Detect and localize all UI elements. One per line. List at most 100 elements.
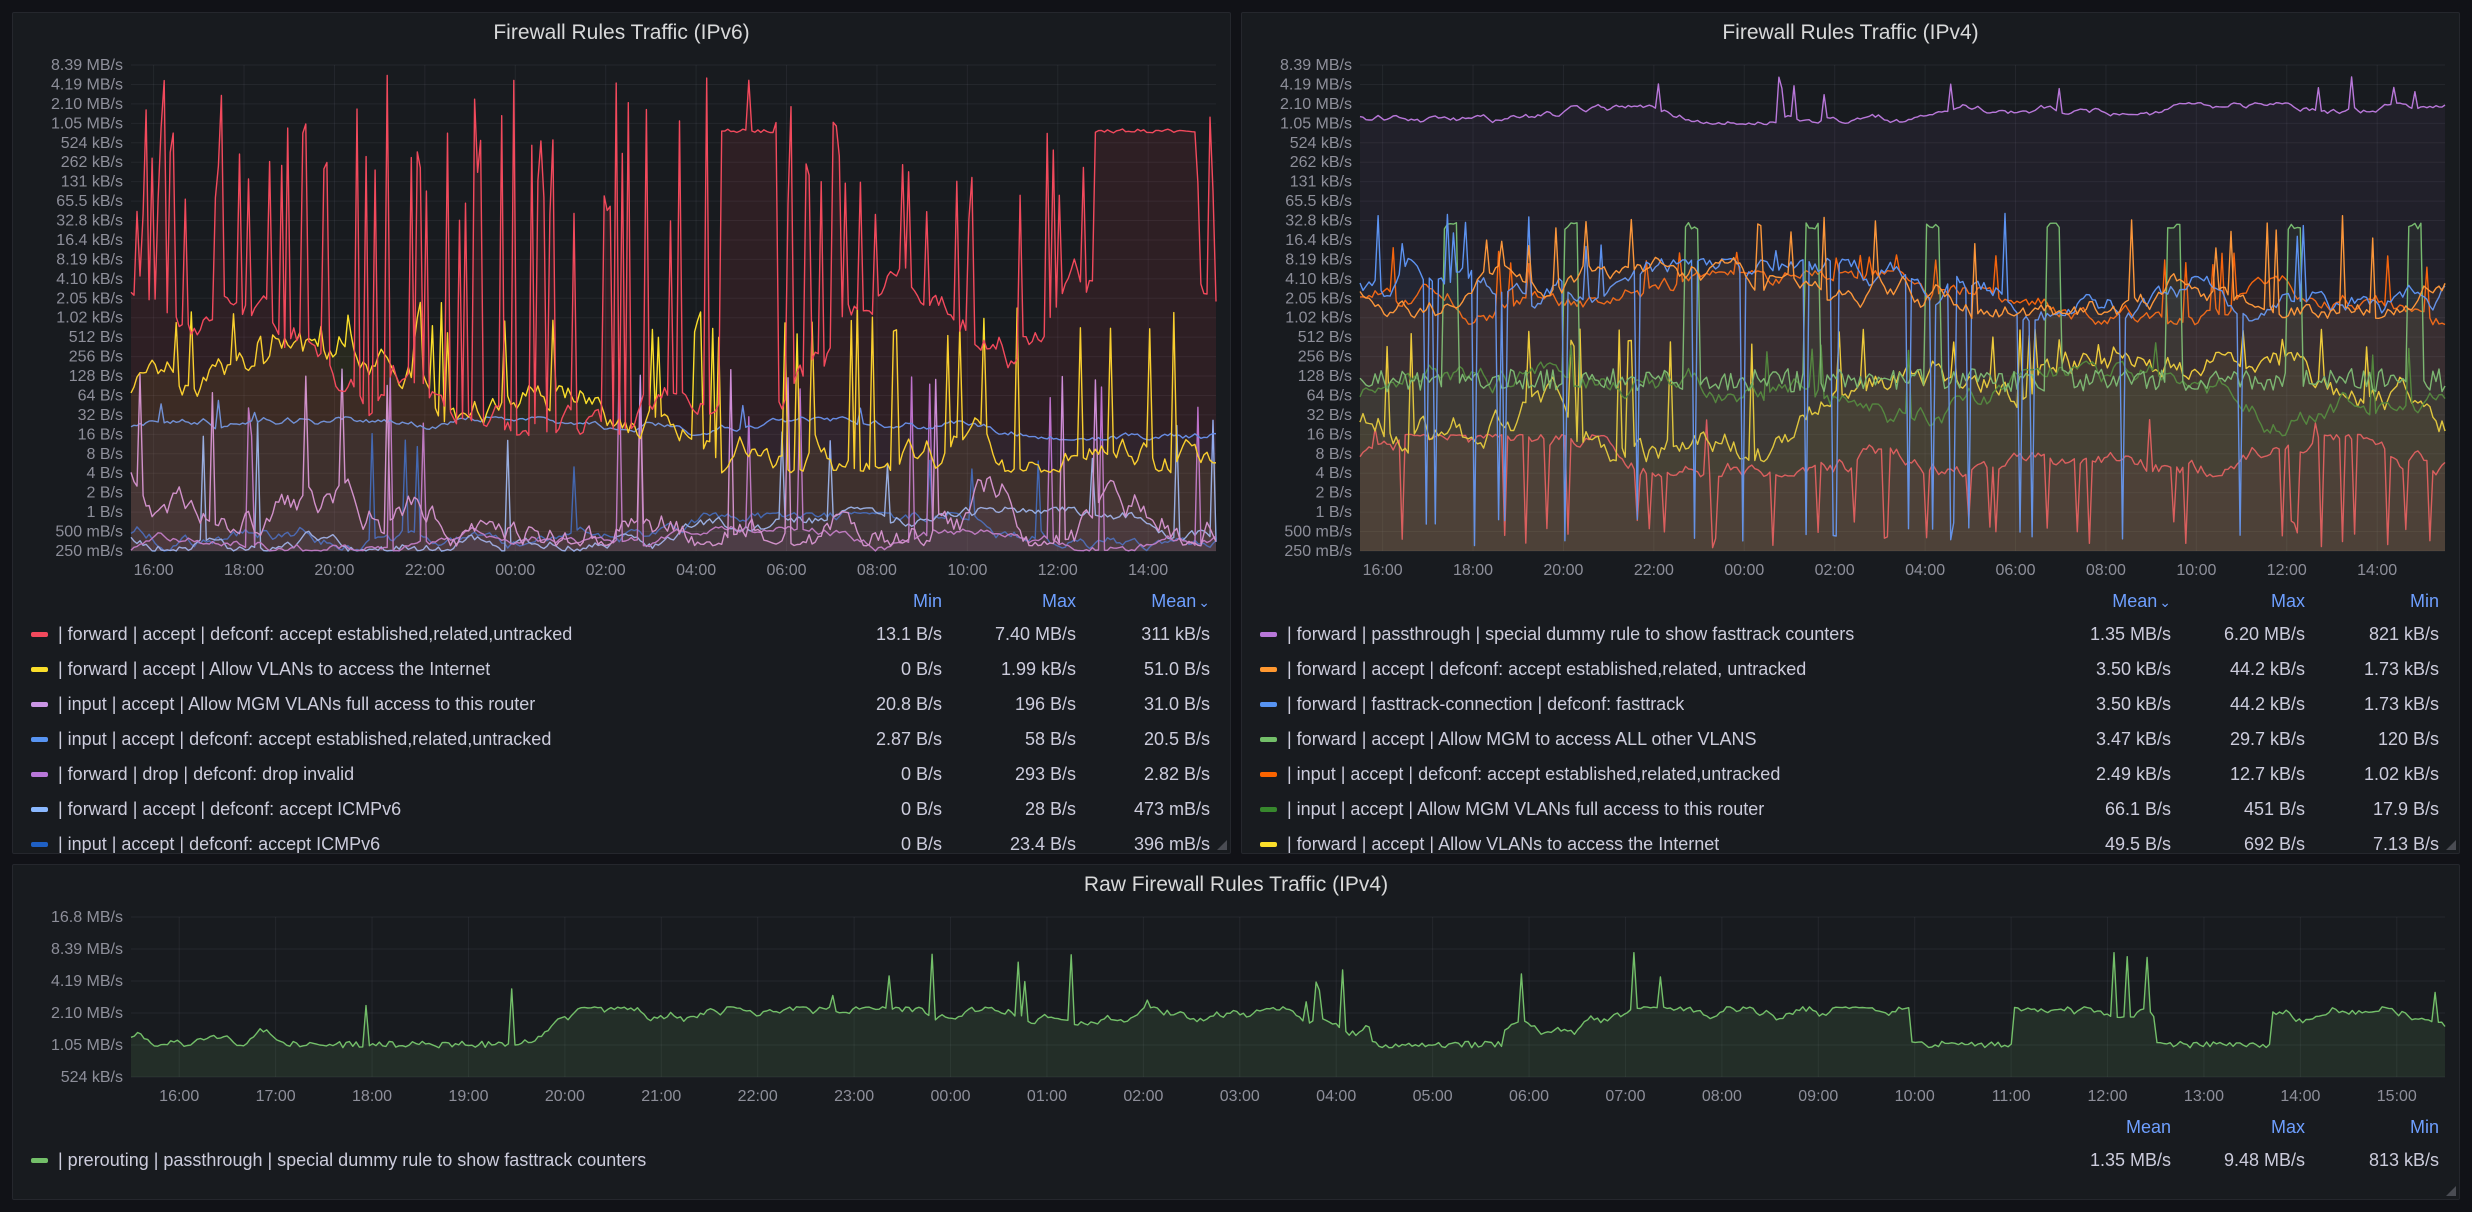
series-label[interactable]: | input | accept | defconf: accept estab… <box>58 729 551 750</box>
panel-resize-handle[interactable] <box>2446 840 2456 850</box>
series-label[interactable]: | prerouting | passthrough | special dum… <box>58 1150 646 1171</box>
chart-firewall-ipv6[interactable]: 8.39 MB/s4.19 MB/s2.10 MB/s1.05 MB/s524 … <box>13 53 1230 583</box>
series-stat-value: 2.49 kB/s <box>2037 764 2171 785</box>
panel-resize-handle[interactable] <box>2446 1186 2456 1196</box>
y-tick-label: 524 kB/s <box>61 1069 123 1086</box>
y-tick-label: 4.19 MB/s <box>51 973 123 990</box>
y-tick-label: 65.5 kB/s <box>1285 193 1352 210</box>
y-tick-label: 1 B/s <box>1316 504 1352 521</box>
y-tick-label: 16 B/s <box>78 426 123 443</box>
series-color-swatch[interactable] <box>31 632 48 637</box>
x-tick-label: 02:00 <box>586 562 626 579</box>
y-tick-label: 8.39 MB/s <box>1280 57 1352 74</box>
x-tick-label: 00:00 <box>495 562 535 579</box>
x-tick-label: 18:00 <box>224 562 264 579</box>
series-color-swatch[interactable] <box>1260 737 1277 742</box>
series-color-swatch[interactable] <box>31 807 48 812</box>
legend-column-min[interactable]: Min <box>2305 1117 2439 1138</box>
panel-title[interactable]: Firewall Rules Traffic (IPv4) <box>1722 21 1978 45</box>
x-tick-label: 08:00 <box>1702 1088 1742 1105</box>
series-color-swatch[interactable] <box>31 667 48 672</box>
y-tick-label: 1.02 kB/s <box>56 310 123 327</box>
legend-label-cell: | forward | fasttrack-connection | defco… <box>1260 694 2037 715</box>
series-stat-value: 1.35 MB/s <box>2037 1150 2171 1171</box>
series-label[interactable]: | input | accept | Allow MGM VLANs full … <box>1287 799 1764 820</box>
x-tick-label: 13:00 <box>2184 1088 2224 1105</box>
series-label[interactable]: | input | accept | Allow MGM VLANs full … <box>58 694 535 715</box>
legend-row: | input | accept | defconf: accept ICMPv… <box>31 827 1210 853</box>
legend-label-cell: | input | accept | Allow MGM VLANs full … <box>1260 799 2037 820</box>
y-tick-label: 2.10 MB/s <box>1280 96 1352 113</box>
series-label[interactable]: | forward | accept | Allow VLANs to acce… <box>1287 834 1719 853</box>
legend-row: | forward | accept | defconf: accept est… <box>1260 652 2439 687</box>
x-tick-label: 23:00 <box>834 1088 874 1105</box>
chart-svg[interactable]: 16.8 MB/s8.39 MB/s4.19 MB/s2.10 MB/s1.05… <box>13 905 2459 1109</box>
y-tick-label: 1.02 kB/s <box>1285 310 1352 327</box>
series-color-swatch[interactable] <box>31 772 48 777</box>
y-tick-label: 16.4 kB/s <box>56 232 123 249</box>
series-color-swatch[interactable] <box>31 842 48 847</box>
chart-firewall-ipv4[interactable]: 8.39 MB/s4.19 MB/s2.10 MB/s1.05 MB/s524 … <box>1242 53 2459 583</box>
panel-title[interactable]: Firewall Rules Traffic (IPv6) <box>493 21 749 45</box>
series-label[interactable]: | input | accept | defconf: accept estab… <box>1287 764 1780 785</box>
legend-column-max[interactable]: Max <box>942 591 1076 612</box>
y-tick-label: 32.8 kB/s <box>56 213 123 230</box>
legend-label-cell: | input | accept | defconf: accept estab… <box>31 729 808 750</box>
series-label[interactable]: | forward | accept | defconf: accept est… <box>58 624 572 645</box>
series-label[interactable]: | forward | drop | defconf: drop invalid <box>58 764 354 785</box>
x-tick-label: 12:00 <box>2267 562 2307 579</box>
series-label[interactable]: | forward | accept | defconf: accept ICM… <box>58 799 401 820</box>
legend-label-cell: | forward | accept | defconf: accept est… <box>31 624 808 645</box>
legend-column-max[interactable]: Max <box>2171 1117 2305 1138</box>
legend-column-min[interactable]: Min <box>808 591 942 612</box>
y-tick-label: 4 B/s <box>1316 465 1352 482</box>
series-label[interactable]: | forward | accept | Allow MGM to access… <box>1287 729 1757 750</box>
legend-row: | input | accept | Allow MGM VLANs full … <box>1260 792 2439 827</box>
series-label[interactable]: | forward | accept | Allow VLANs to acce… <box>58 659 490 680</box>
y-tick-label: 2.05 kB/s <box>1285 290 1352 307</box>
x-tick-label: 02:00 <box>1123 1088 1163 1105</box>
chart-svg[interactable]: 8.39 MB/s4.19 MB/s2.10 MB/s1.05 MB/s524 … <box>13 53 1230 583</box>
series-label[interactable]: | forward | fasttrack-connection | defco… <box>1287 694 1684 715</box>
panel-title[interactable]: Raw Firewall Rules Traffic (IPv4) <box>1084 873 1388 897</box>
series-stat-value: 49.5 B/s <box>2037 834 2171 853</box>
panel-raw-firewall-ipv4: Raw Firewall Rules Traffic (IPv4) 16.8 M… <box>12 864 2460 1200</box>
series-color-swatch[interactable] <box>31 737 48 742</box>
x-tick-label: 14:00 <box>2280 1088 2320 1105</box>
series-label[interactable]: | input | accept | defconf: accept ICMPv… <box>58 834 380 853</box>
series-stat-value: 1.02 kB/s <box>2305 764 2439 785</box>
x-tick-label: 12:00 <box>1038 562 1078 579</box>
y-tick-label: 1.05 MB/s <box>51 115 123 132</box>
legend-column-mean[interactable]: Mean⌄ <box>1076 591 1210 612</box>
legend-column-min[interactable]: Min <box>2305 591 2439 612</box>
series-stat-value: 1.73 kB/s <box>2305 659 2439 680</box>
panel-header: Firewall Rules Traffic (IPv6) <box>13 13 1230 53</box>
series-stat-value: 6.20 MB/s <box>2171 624 2305 645</box>
series-color-swatch[interactable] <box>31 1158 48 1163</box>
legend-row: | input | accept | defconf: accept estab… <box>1260 757 2439 792</box>
legend-column-max[interactable]: Max <box>2171 591 2305 612</box>
series-color-swatch[interactable] <box>1260 667 1277 672</box>
x-tick-label: 06:00 <box>766 562 806 579</box>
y-tick-label: 262 kB/s <box>61 154 123 171</box>
y-tick-label: 8.19 kB/s <box>1285 251 1352 268</box>
chart-svg[interactable]: 8.39 MB/s4.19 MB/s2.10 MB/s1.05 MB/s524 … <box>1242 53 2459 583</box>
series-label[interactable]: | forward | passthrough | special dummy … <box>1287 624 1854 645</box>
panel-resize-handle[interactable] <box>1217 840 1227 850</box>
x-tick-label: 22:00 <box>738 1088 778 1105</box>
series-stat-value: 12.7 kB/s <box>2171 764 2305 785</box>
series-color-swatch[interactable] <box>1260 842 1277 847</box>
series-label[interactable]: | forward | accept | defconf: accept est… <box>1287 659 1806 680</box>
legend-column-mean[interactable]: Mean <box>2037 1117 2171 1138</box>
x-tick-label: 16:00 <box>134 562 174 579</box>
chart-raw-firewall-ipv4[interactable]: 16.8 MB/s8.39 MB/s4.19 MB/s2.10 MB/s1.05… <box>13 905 2459 1109</box>
series-color-swatch[interactable] <box>1260 772 1277 777</box>
legend-column-mean[interactable]: Mean⌄ <box>2037 591 2171 612</box>
series-color-swatch[interactable] <box>1260 632 1277 637</box>
x-tick-label: 11:00 <box>1992 1088 2031 1105</box>
series-color-swatch[interactable] <box>31 702 48 707</box>
series-color-swatch[interactable] <box>1260 807 1277 812</box>
series-stat-value: 0 B/s <box>808 764 942 785</box>
series-stat-value: 3.47 kB/s <box>2037 729 2171 750</box>
series-color-swatch[interactable] <box>1260 702 1277 707</box>
